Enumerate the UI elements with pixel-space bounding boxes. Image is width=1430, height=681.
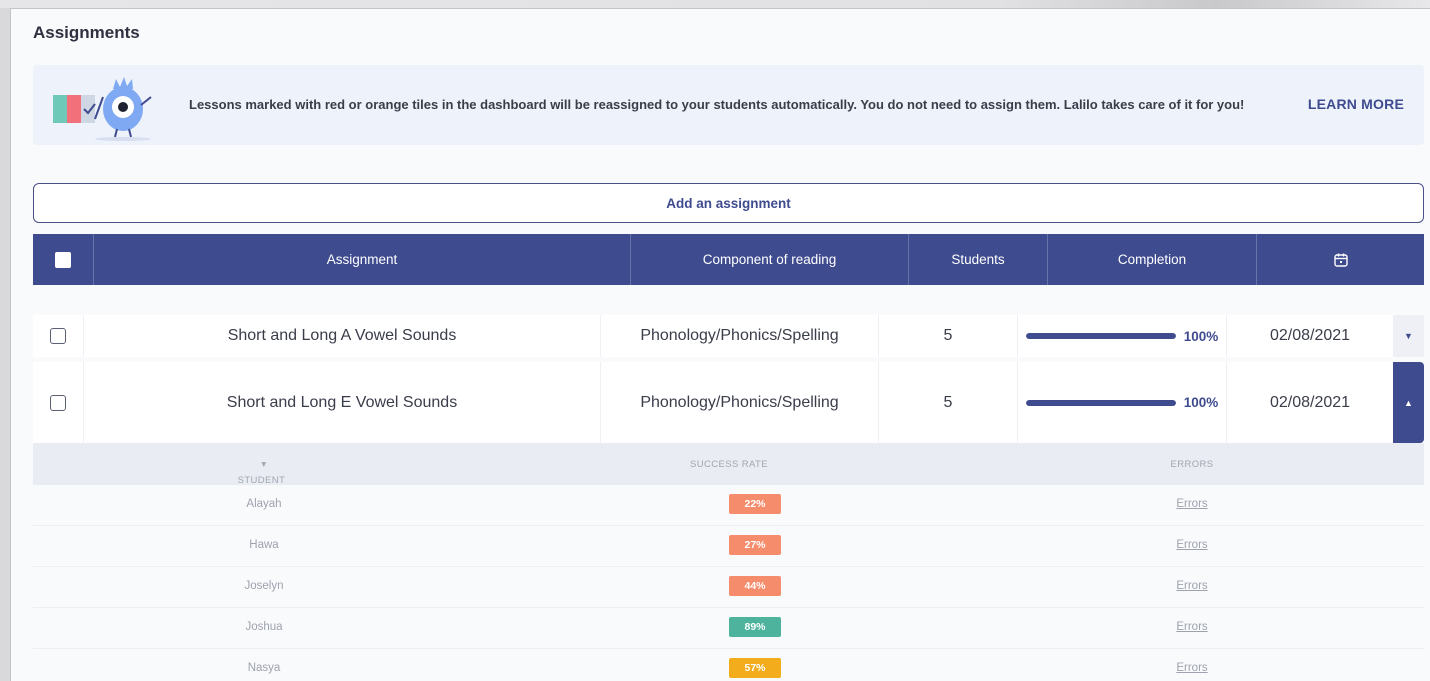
errors-link[interactable]: Errors: [1176, 621, 1207, 633]
window-top-edge: [0, 0, 1430, 8]
row-checkbox[interactable]: [50, 328, 66, 344]
success-rate-badge: 22%: [729, 494, 781, 514]
column-assignment[interactable]: Assignment: [94, 234, 631, 285]
success-rate-badge: 89%: [729, 617, 781, 637]
column-completion[interactable]: Completion: [1048, 234, 1257, 285]
row-select-cell: [33, 362, 84, 443]
student-name: Alayah: [246, 498, 282, 510]
collapse-row-button[interactable]: ▲: [1393, 362, 1424, 443]
completion-progress-bar: [1025, 333, 1176, 339]
student-column-header[interactable]: STUDENT ▾: [238, 459, 285, 486]
student-details-header: STUDENT ▾ SUCCESS RATE ERRORS: [33, 443, 1424, 486]
student-row: Hawa 27% Errors: [33, 526, 1424, 567]
expand-row-button[interactable]: ▼: [1393, 315, 1424, 357]
students-count: 5: [879, 362, 1018, 443]
banner-message: Lessons marked with red or orange tiles …: [189, 97, 1245, 112]
errors-column-header: ERRORS: [1170, 459, 1214, 470]
completion-percent: 100%: [1183, 395, 1219, 410]
errors-link[interactable]: Errors: [1176, 498, 1207, 510]
component-of-reading: Phonology/Phonics/Spelling: [601, 315, 879, 357]
row-select-cell: [33, 315, 84, 357]
completion-cell: 100%: [1018, 362, 1227, 443]
student-name: Hawa: [249, 539, 279, 551]
table-header: Assignment Component of reading Students…: [33, 234, 1424, 285]
student-name: Nasya: [247, 662, 281, 674]
assignments-panel: Assignments Lessons marked with red or o…: [10, 8, 1430, 681]
student-name: Joselyn: [244, 580, 284, 592]
component-of-reading: Phonology/Phonics/Spelling: [601, 362, 879, 443]
page-title: Assignments: [33, 23, 140, 42]
errors-link[interactable]: Errors: [1176, 662, 1207, 674]
success-rate-badge: 27%: [729, 535, 781, 555]
column-date[interactable]: [1257, 234, 1424, 285]
completion-cell: 100%: [1018, 315, 1227, 357]
column-component[interactable]: Component of reading: [631, 234, 909, 285]
assignment-date: 02/08/2021: [1269, 393, 1351, 411]
assignment-date: 02/08/2021: [1269, 327, 1351, 344]
calendar-icon: [1333, 253, 1348, 267]
student-name: Joshua: [245, 621, 283, 633]
success-rate-badge: 44%: [729, 576, 781, 596]
success-rate-badge: 57%: [729, 658, 781, 678]
row-checkbox[interactable]: [50, 394, 66, 411]
assignment-name: Short and Long E Vowel Sounds: [84, 362, 601, 443]
chevron-down-icon: ▼: [1404, 331, 1413, 341]
student-row: Alayah 22% Errors: [33, 485, 1424, 526]
column-students[interactable]: Students: [909, 234, 1048, 285]
select-all-checkbox[interactable]: [55, 251, 71, 268]
errors-link[interactable]: Errors: [1176, 580, 1207, 592]
success-rate-column-header: SUCCESS RATE: [690, 459, 768, 470]
mascot-illustration: [53, 77, 152, 141]
student-row: Nasya 57% Errors: [33, 649, 1424, 681]
student-row: Joshua 89% Errors: [33, 608, 1424, 649]
table-row[interactable]: Short and Long E Vowel Sounds Phonology/…: [33, 362, 1424, 443]
select-all-cell: [33, 234, 94, 285]
info-banner: Lessons marked with red or orange tiles …: [33, 65, 1424, 145]
table-row[interactable]: Short and Long A Vowel Sounds Phonology/…: [33, 315, 1424, 357]
assignment-name: Short and Long A Vowel Sounds: [84, 315, 601, 357]
completion-progress-bar: [1025, 399, 1176, 406]
chevron-up-icon: ▲: [1404, 397, 1413, 408]
learn-more-link[interactable]: LEARN MORE: [1308, 96, 1404, 112]
students-count: 5: [879, 315, 1018, 357]
student-row: Joselyn 44% Errors: [33, 567, 1424, 608]
completion-percent: 100%: [1183, 328, 1219, 344]
add-assignment-button[interactable]: Add an assignment: [33, 183, 1424, 223]
errors-link[interactable]: Errors: [1176, 539, 1207, 551]
